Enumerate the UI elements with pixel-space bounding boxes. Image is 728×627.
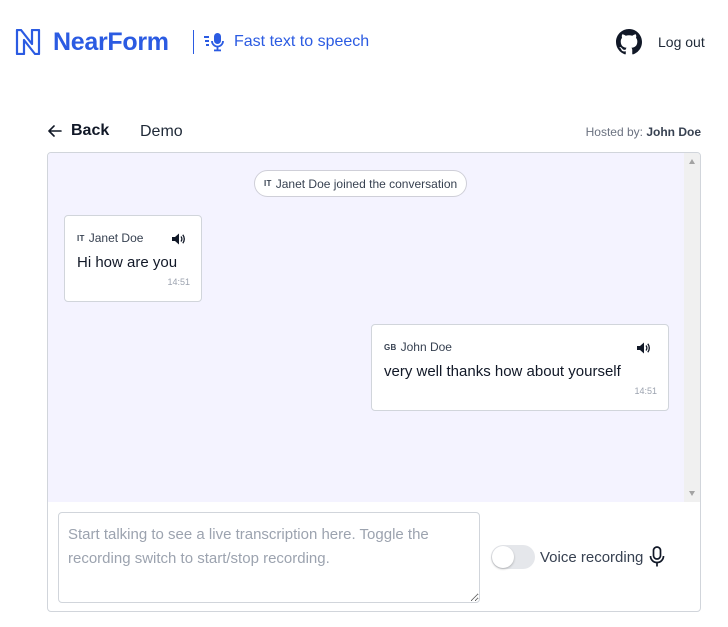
chat-log: IT Janet Doe joined the conversation IT … <box>48 153 684 502</box>
chat-scrollbar[interactable] <box>684 153 700 502</box>
host-info: Hosted by: John Doe <box>586 125 701 139</box>
scroll-up-arrow-icon[interactable] <box>689 159 695 164</box>
arrow-left-icon <box>48 125 62 137</box>
message-bubble: GB John Doe very well thanks how about y… <box>371 324 669 411</box>
brand-logo[interactable]: NearForm <box>15 29 169 55</box>
conversation-panel: IT Janet Doe joined the conversation IT … <box>47 152 701 612</box>
header-divider <box>193 30 194 54</box>
flag-label: GB <box>384 342 397 352</box>
app-header: NearForm Fast text to speech Log out <box>0 0 728 84</box>
logout-button[interactable]: Log out <box>658 34 705 50</box>
toggle-knob <box>492 546 514 568</box>
room-toolbar: Back Demo Hosted by: John Doe <box>47 120 701 146</box>
author-name: Janet Doe <box>88 231 144 245</box>
message-text: Hi how are you <box>77 254 178 271</box>
transcription-input[interactable] <box>58 512 480 603</box>
host-name: John Doe <box>646 125 701 139</box>
voice-recording-label: Voice recording <box>540 549 644 566</box>
back-button[interactable]: Back <box>47 122 109 140</box>
message-author: IT Janet Doe <box>77 231 143 245</box>
flag-label: IT <box>77 233 85 243</box>
app-name: Fast text to speech <box>204 32 369 52</box>
message-text: very well thanks how about yourself <box>384 363 621 380</box>
brand-name: NearForm <box>53 28 169 56</box>
author-name: John Doe <box>400 340 452 354</box>
nearform-logo-icon <box>15 29 41 55</box>
message-bubble: IT Janet Doe Hi how are you 14:51 <box>64 215 202 302</box>
microphone-waves-icon <box>204 33 224 52</box>
room-name: Demo <box>140 123 183 140</box>
speaker-icon[interactable] <box>172 233 186 245</box>
back-label: Back <box>71 122 110 139</box>
microphone-icon[interactable] <box>649 546 665 568</box>
message-time: 14:51 <box>634 386 657 396</box>
message-time: 14:51 <box>167 277 190 287</box>
join-notice-text: Janet Doe joined the conversation <box>275 176 458 191</box>
message-author: GB John Doe <box>384 340 452 354</box>
github-icon[interactable] <box>616 29 642 55</box>
speaker-icon[interactable] <box>637 342 651 354</box>
host-prefix: Hosted by: <box>585 125 643 139</box>
app-name-label: Fast text to speech <box>234 33 370 50</box>
flag-label: IT <box>264 179 272 188</box>
scroll-down-arrow-icon[interactable] <box>689 491 695 496</box>
join-notice: IT Janet Doe joined the conversation <box>254 170 468 197</box>
voice-recording-toggle[interactable] <box>491 545 535 569</box>
